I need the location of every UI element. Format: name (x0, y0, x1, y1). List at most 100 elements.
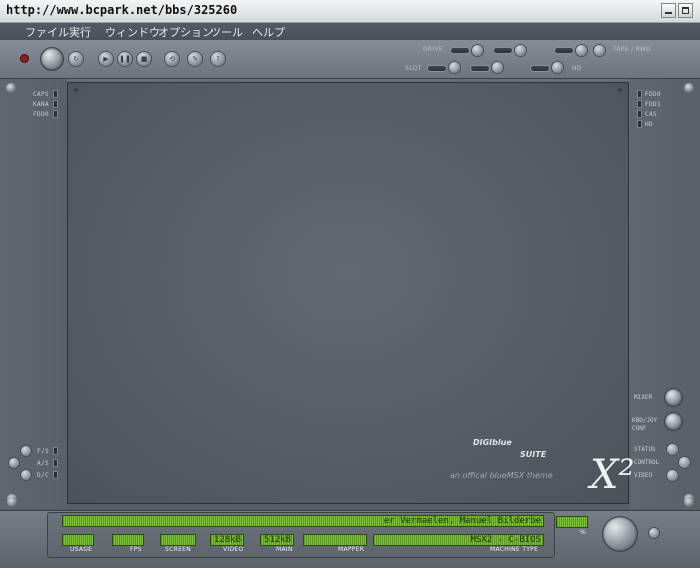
indicator-fdd0: FDD0 (645, 91, 662, 98)
cart-slot-1[interactable] (428, 66, 446, 71)
menu-options[interactable]: オプション (158, 24, 213, 40)
machine-type-value: MSX2 - C-BIOS (470, 535, 541, 545)
help-icon: ? (216, 55, 220, 63)
help-button[interactable]: ? (211, 52, 225, 66)
volume-meter (556, 516, 588, 528)
brand-x2-logo: X² (590, 452, 635, 498)
corner-dot (74, 88, 78, 92)
drive-a-slot[interactable] (451, 48, 469, 53)
indicator-cas: CAS (645, 111, 658, 118)
dc-button[interactable] (21, 470, 31, 480)
stop-button[interactable]: ■ (137, 52, 151, 66)
tape-eject-button[interactable] (576, 45, 587, 56)
indicator-fdd1: FDD1 (645, 101, 662, 108)
drive-a-eject-button[interactable] (472, 45, 483, 56)
as-led (54, 460, 57, 466)
cart-2-eject-button[interactable] (492, 62, 503, 73)
settings-button[interactable]: ✎ (188, 52, 202, 66)
screw-icon (684, 497, 694, 507)
power-knob[interactable] (41, 48, 63, 70)
cart-slot-2[interactable] (471, 66, 489, 71)
kbd-joy-conf-label: KBD/JOY CONF (632, 417, 658, 432)
wrench-icon: ✎ (192, 55, 198, 63)
emulator-screen[interactable] (67, 82, 629, 504)
tape-rewind-button[interactable] (594, 45, 605, 56)
reset-button[interactable]: ⟲ (165, 52, 179, 66)
play-button[interactable]: ▶ (99, 52, 113, 66)
fps-meter (112, 534, 144, 546)
right-panel: FDD0 FDD1 CAS HD MIXER KBD/JOY CONF STAT… (630, 79, 700, 509)
corner-dot (618, 88, 622, 92)
slot-label: SLOT (405, 65, 422, 72)
label-as: A/S (37, 460, 50, 467)
menu-window[interactable]: ウィンドウ (105, 24, 160, 40)
application-window: http://www.bcpark.net/bbs/325260 ファイル 実行… (0, 0, 700, 568)
hd-slot[interactable] (531, 66, 549, 71)
kbd-joy-conf-button[interactable] (665, 413, 682, 430)
drive-b-slot[interactable] (494, 48, 512, 53)
mapper-meter (303, 534, 367, 546)
video-button[interactable] (667, 470, 678, 481)
fps-label: FPS (130, 546, 142, 553)
minimize-button[interactable] (661, 3, 676, 18)
indicator-caps: CAPS (33, 91, 50, 98)
control-button[interactable] (679, 457, 690, 468)
menu-help[interactable]: ヘルプ (252, 24, 285, 40)
usage-label: USAGE (70, 546, 93, 553)
window-title: http://www.bcpark.net/bbs/325260 (6, 3, 238, 17)
cart-1-eject-button[interactable] (449, 62, 460, 73)
screw-icon (7, 497, 17, 507)
fdd1-led (638, 101, 641, 107)
mixer-label: MIXER (634, 394, 653, 401)
audio-toggle-button[interactable] (649, 528, 659, 538)
dc-led (54, 472, 57, 478)
mixer-button[interactable] (665, 389, 682, 406)
machine-type-label: MACHINE TYPE (490, 546, 539, 553)
indicator-fdd0: FDD0 (33, 111, 50, 118)
menu-tools[interactable]: ツール (210, 24, 243, 40)
label-dc: D/C (37, 472, 50, 479)
hd-led (638, 121, 641, 127)
refresh-icon: ↻ (73, 55, 79, 63)
brand-digiblue: DIGIblue (473, 438, 512, 447)
maximize-button[interactable] (678, 3, 693, 18)
main-memory-value: 512kB (263, 535, 291, 545)
reset-icon: ⟲ (169, 55, 175, 63)
credits-marquee: er Vermaelen, Manuel Bilderbe (62, 515, 544, 527)
video-memory-value: 128kB (213, 535, 241, 545)
cas-led (638, 111, 641, 117)
screen-label: SCREEN (165, 546, 192, 553)
title-bar[interactable]: http://www.bcpark.net/bbs/325260 (0, 0, 700, 23)
volume-percent-label: % (580, 529, 587, 536)
pause-button[interactable]: ❚❚ (118, 52, 132, 66)
refresh-button[interactable]: ↻ (69, 52, 83, 66)
hd-eject-button[interactable] (552, 62, 563, 73)
brand-tagline: an offical blueMSX theme (450, 471, 553, 480)
menu-run[interactable]: 実行 (69, 24, 91, 40)
as-button[interactable] (9, 458, 19, 468)
indicator-hd: HD (645, 121, 654, 128)
status-label: STATUS (634, 446, 656, 453)
label-fs: F/S (37, 448, 50, 455)
play-icon: ▶ (103, 55, 109, 63)
screw-icon (6, 83, 16, 93)
toolbar: ↻ ▶ ❚❚ ■ ⟲ ✎ ? DRIVE SLOT TAPE / RWD HD (0, 40, 700, 79)
control-label: CONTROL (634, 459, 660, 466)
video-label: VIDEO (634, 472, 653, 479)
drive-b-eject-button[interactable] (515, 45, 526, 56)
stop-icon: ■ (140, 55, 148, 63)
tape-label: TAPE / RWD (613, 46, 652, 53)
fdd0-led (54, 111, 57, 117)
tape-slot[interactable] (555, 48, 573, 53)
main-memory-meter: 512kB (260, 534, 294, 546)
status-button[interactable] (667, 444, 678, 455)
menu-file[interactable]: ファイル (25, 24, 69, 40)
drive-label: DRIVE (423, 46, 443, 53)
fdd0-led (638, 91, 641, 97)
volume-knob[interactable] (603, 517, 637, 551)
fs-button[interactable] (21, 446, 31, 456)
kana-led (54, 101, 57, 107)
menu-bar: ファイル 実行 ウィンドウ オプション ツール ヘルプ (0, 23, 700, 40)
mapper-label: MAPPER (338, 546, 365, 553)
left-panel: CAPS KANA FDD0 F/S A/S D/C (0, 79, 67, 509)
